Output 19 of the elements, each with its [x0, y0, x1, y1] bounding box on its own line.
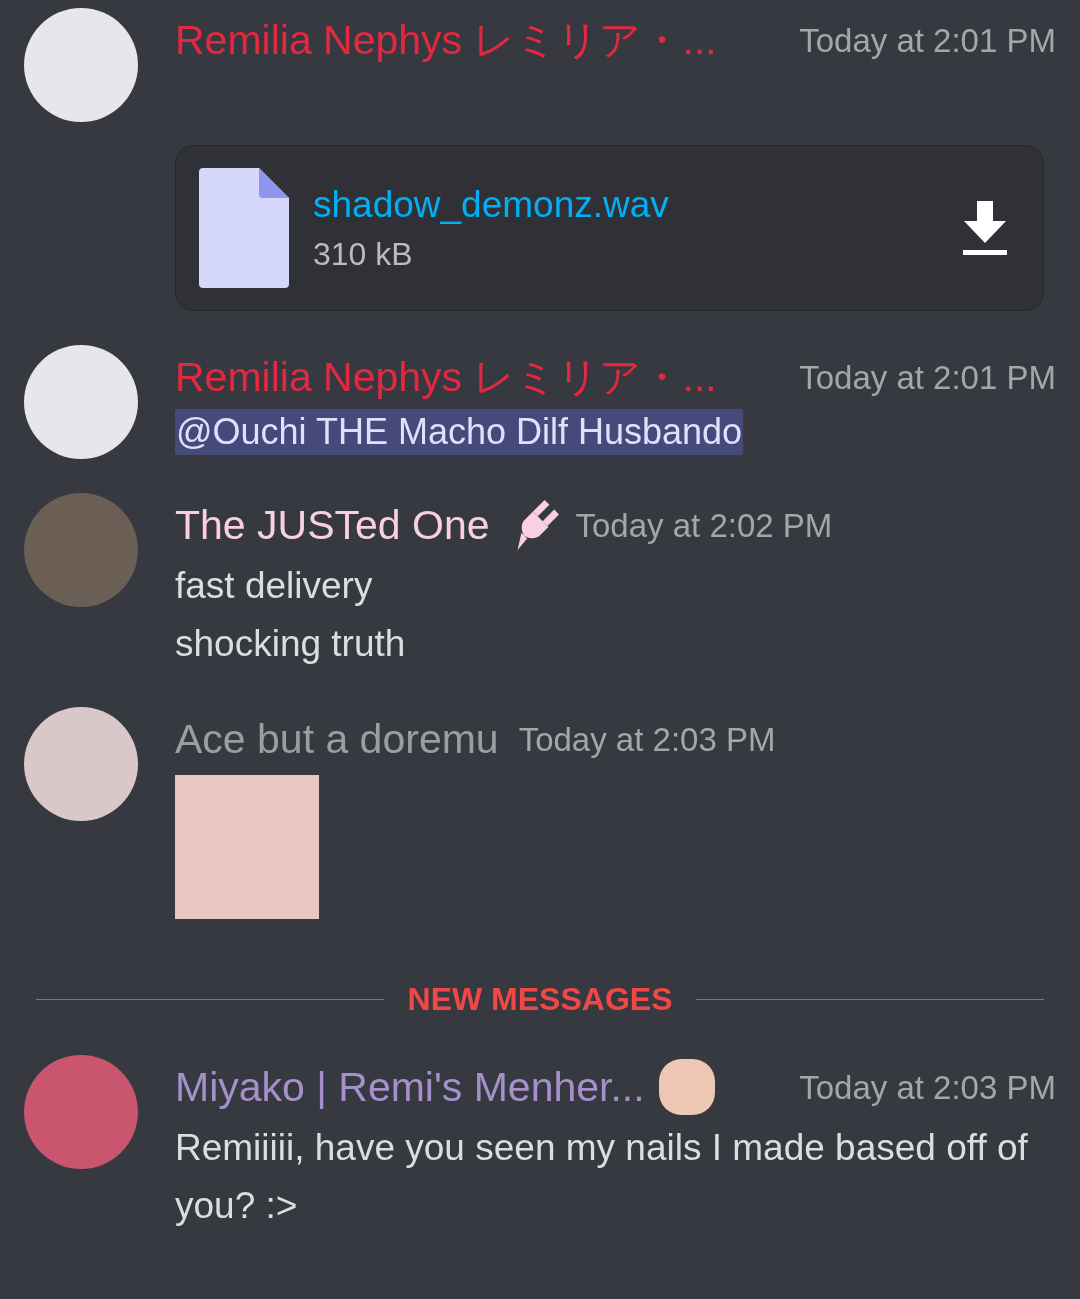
file-link[interactable]: shadow_demonz.wav: [313, 181, 939, 229]
timestamp: Today at 2:01 PM: [799, 23, 1056, 57]
username[interactable]: Miyako | Remi's Menher...: [175, 1066, 645, 1108]
timestamp: Today at 2:03 PM: [518, 722, 776, 756]
timestamp: Today at 2:03 PM: [799, 1070, 1056, 1104]
username[interactable]: Remilia Nephys レミリア・...: [175, 356, 717, 398]
timestamp: Today at 2:02 PM: [575, 508, 833, 542]
new-messages-label: NEW MESSAGES: [407, 983, 673, 1015]
user-mention[interactable]: @Ouchi THE Macho Dilf Husbando: [175, 409, 744, 455]
file-icon: [199, 168, 289, 288]
message-text: shocking truth: [175, 622, 407, 666]
message-text: fast delivery: [175, 564, 374, 608]
username[interactable]: The JUSTed One: [175, 504, 490, 546]
download-icon[interactable]: [963, 201, 1007, 255]
timestamp: Today at 2:01 PM: [799, 360, 1056, 394]
username[interactable]: Ace but a doremu: [175, 718, 499, 760]
username[interactable]: Remilia Nephys レミリア・...: [175, 19, 717, 61]
message-text: Remiiiii, have you seen my nails I made based off of you? :>: [175, 1126, 1029, 1228]
file-size: 310 kB: [313, 235, 414, 275]
